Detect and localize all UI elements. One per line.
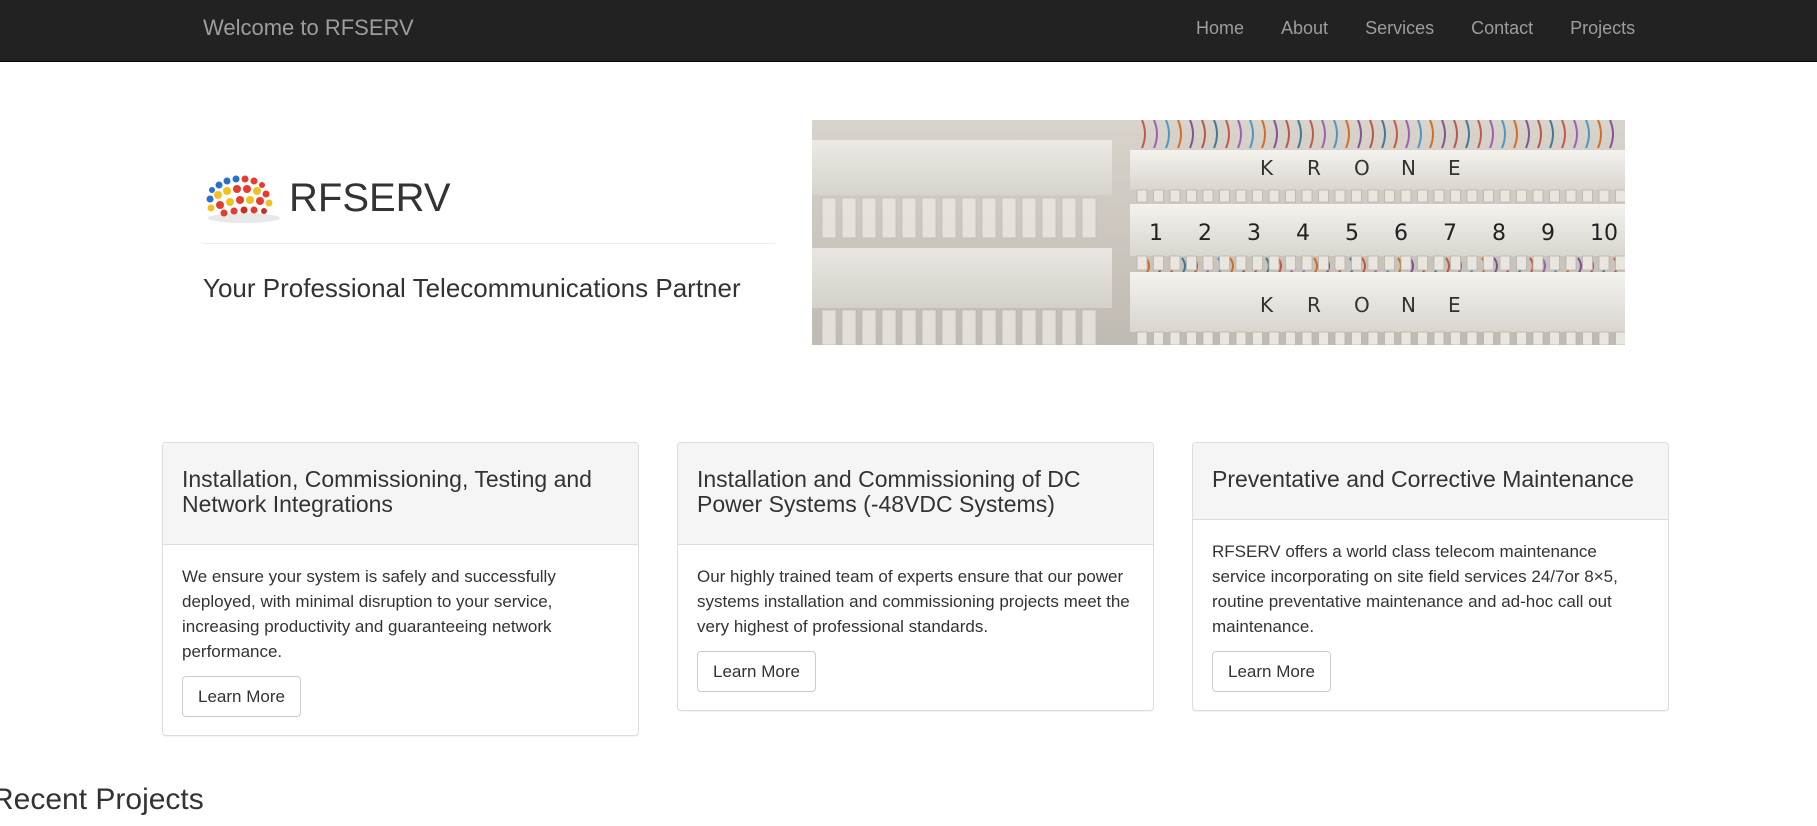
nav-about[interactable]: About [1281,17,1328,39]
card-title: Installation and Commissioning of DC Pow… [697,466,1081,517]
learn-more-button[interactable]: Learn More [1212,651,1331,692]
panel-number: 9 [1541,221,1555,246]
card-body: We ensure your system is safely and succ… [163,545,638,735]
panel-number: 8 [1492,221,1506,246]
panel-letter: O [1354,293,1370,317]
card-body: RFSERV offers a world class telecom main… [1193,520,1668,710]
panel-letter: E [1448,293,1461,317]
card-body: Our highly trained team of experts ensur… [678,545,1153,710]
hero-intro: RFSERV Your Professional Telecommunicati… [203,168,775,303]
card-title: Installation, Commissioning, Testing and… [182,466,592,517]
panel-number: 2 [1198,221,1212,246]
logo-text: RFSERV [289,176,451,220]
panel-number: 1 [1149,221,1163,246]
panel-number: 5 [1345,221,1359,246]
panel-number: 6 [1394,221,1408,246]
panel-letter: N [1401,293,1416,317]
service-card-dc-power: Installation and Commissioning of DC Pow… [677,442,1154,711]
panel-number: 10 [1590,221,1618,246]
nav-home[interactable]: Home [1196,17,1244,39]
panel-letter: K [1260,156,1274,180]
recent-projects-heading: Recent Projects [0,783,204,816]
panel-number: 4 [1296,221,1310,246]
panel-letter: R [1307,293,1321,317]
hero-tagline: Your Professional Telecommunications Par… [203,273,741,303]
learn-more-button[interactable]: Learn More [697,651,816,692]
hero-divider [203,243,775,244]
service-card-maintenance: Preventative and Corrective Maintenance … [1192,442,1669,711]
learn-more-button[interactable]: Learn More [182,676,301,717]
panel-number: 3 [1247,221,1261,246]
navbar-brand[interactable]: Welcome to RFSERV [203,15,414,41]
nav-services[interactable]: Services [1365,17,1434,39]
card-title: Preventative and Corrective Maintenance [1212,466,1634,492]
card-heading: Installation and Commissioning of DC Pow… [678,443,1153,545]
service-card-installation: Installation, Commissioning, Testing and… [162,442,639,736]
panel-letter: R [1307,156,1321,180]
panel-letter: N [1401,156,1416,180]
card-text: We ensure your system is safely and succ… [182,567,556,661]
top-navbar: Welcome to RFSERV Home About Services Co… [0,0,1817,62]
logo: RFSERV [203,168,775,228]
panel-number: 7 [1443,221,1457,246]
hero-image-patch-panel: K R O N E 1 2 3 4 5 6 7 8 9 10 K R O N E [812,120,1625,345]
rfserv-logo-icon [203,168,285,228]
card-heading: Installation, Commissioning, Testing and… [163,443,638,545]
panel-letter: K [1260,293,1274,317]
panel-letter: O [1354,156,1370,180]
card-heading: Preventative and Corrective Maintenance [1193,443,1668,520]
nav-contact[interactable]: Contact [1471,17,1533,39]
panel-letter: E [1448,156,1461,180]
card-text: RFSERV offers a world class telecom main… [1212,542,1618,636]
main-nav: Home About Services Contact Projects [1196,17,1635,39]
card-text: Our highly trained team of experts ensur… [697,567,1130,636]
nav-projects[interactable]: Projects [1570,17,1635,39]
